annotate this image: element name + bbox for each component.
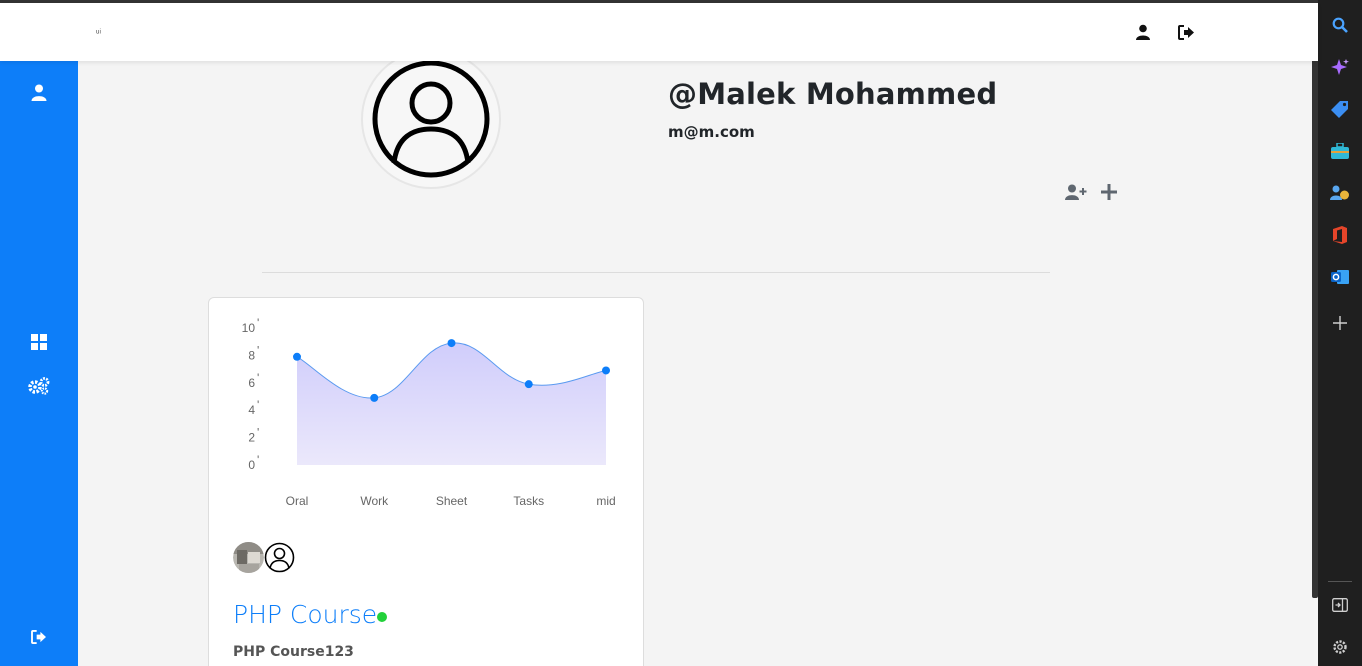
y-tick-label: 6 bbox=[248, 376, 255, 390]
sidebar-settings-gears-icon[interactable] bbox=[28, 375, 50, 397]
course-status-dot bbox=[377, 612, 387, 622]
x-tick-label: Tasks bbox=[513, 494, 544, 508]
toolbox-icon[interactable] bbox=[1330, 141, 1350, 161]
course-subtitle: PHP Course123 bbox=[233, 644, 354, 660]
logout-icon[interactable] bbox=[1177, 23, 1195, 41]
search-icon[interactable] bbox=[1330, 15, 1350, 35]
course-card: 0 ' 2 ' 4 ' 6 ' 8 ' 10 ' Oral Work Sheet Tasks mid bbox=[208, 297, 644, 666]
chart-data-point[interactable] bbox=[524, 380, 533, 389]
top-navbar: ᵤᵢ bbox=[0, 3, 1318, 61]
copilot-sparkle-icon[interactable] bbox=[1330, 57, 1350, 77]
chart-data-point[interactable] bbox=[602, 366, 610, 375]
edge-separator bbox=[1328, 581, 1352, 582]
user-circle-icon bbox=[372, 61, 490, 178]
office-icon[interactable] bbox=[1330, 225, 1350, 245]
y-tick-mark: ' bbox=[257, 398, 259, 412]
y-tick-label: 2 bbox=[248, 431, 255, 445]
chart-data-point[interactable] bbox=[370, 393, 379, 402]
y-tick-label: 10 bbox=[242, 321, 256, 335]
add-icon[interactable] bbox=[1330, 313, 1350, 333]
user-circle-icon bbox=[264, 542, 295, 573]
add-plus-icon[interactable] bbox=[1098, 181, 1120, 203]
y-tick-label: 8 bbox=[248, 348, 255, 362]
chart-data-point[interactable] bbox=[447, 339, 456, 348]
profile-avatar bbox=[361, 61, 501, 189]
course-members bbox=[233, 542, 295, 574]
x-tick-label: Sheet bbox=[436, 494, 468, 508]
y-tick-mark: ' bbox=[257, 343, 259, 357]
member-avatar-default[interactable] bbox=[264, 542, 295, 573]
browser-edge-sidebar bbox=[1318, 0, 1362, 666]
brand-logo[interactable]: ᵤᵢ bbox=[96, 25, 101, 35]
sidebar-toggle-icon[interactable] bbox=[1330, 595, 1350, 615]
outlook-icon[interactable] bbox=[1330, 267, 1350, 287]
course-title-link[interactable]: PHP Course bbox=[233, 600, 377, 629]
chart-area-fill bbox=[297, 342, 606, 465]
y-tick-label: 4 bbox=[248, 403, 255, 417]
y-tick-mark: ' bbox=[257, 371, 259, 385]
left-sidebar bbox=[0, 61, 78, 666]
y-tick-mark: ' bbox=[257, 426, 259, 440]
y-tick-mark: ' bbox=[257, 453, 259, 467]
x-tick-label: mid bbox=[596, 494, 615, 508]
sidebar-dashboard-grid-icon[interactable] bbox=[28, 331, 50, 353]
section-divider bbox=[262, 272, 1050, 273]
grades-area-chart: 0'2'4'6'8'10 ' Oral Work Sheet Tasks mid bbox=[242, 316, 616, 508]
y-tick-mark: ' bbox=[257, 316, 259, 330]
profile-username: @Malek Mohammed bbox=[668, 77, 998, 111]
main-content: @Malek Mohammed m@m.com 0 ' 2 ' 4 ' 6 ' 8 ' 10 ' Or… bbox=[78, 61, 1314, 666]
sidebar-logout-icon[interactable] bbox=[28, 626, 50, 648]
add-friend-user-plus-icon[interactable] bbox=[1065, 181, 1087, 203]
member-avatar-photo[interactable] bbox=[233, 542, 264, 573]
y-tick-label: 0 bbox=[248, 458, 255, 472]
shopping-tag-icon[interactable] bbox=[1330, 99, 1350, 119]
settings-icon[interactable] bbox=[1330, 637, 1350, 657]
people-games-icon[interactable] bbox=[1330, 183, 1350, 203]
x-tick-label: Work bbox=[360, 494, 389, 508]
x-tick-label: Oral bbox=[286, 494, 309, 508]
chart-data-point[interactable] bbox=[293, 352, 301, 361]
sidebar-profile-icon[interactable] bbox=[28, 81, 50, 103]
profile-user-icon[interactable] bbox=[1134, 23, 1152, 41]
profile-email: m@m.com bbox=[668, 123, 755, 141]
